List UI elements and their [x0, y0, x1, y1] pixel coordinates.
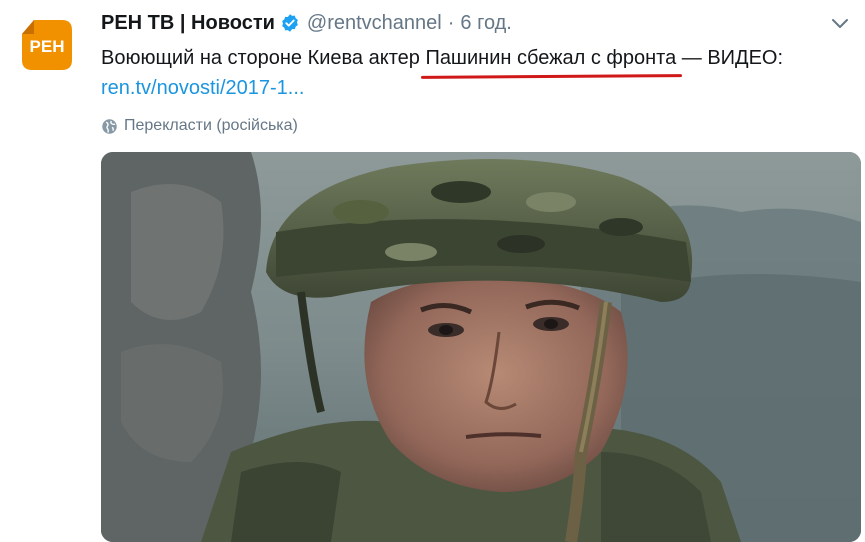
soldier-photo	[101, 152, 861, 542]
translate-label: Перекласти (російська)	[124, 117, 298, 134]
tweet-timestamp[interactable]: 6 год.	[460, 12, 511, 35]
globe-icon	[102, 118, 117, 134]
header-separator: ·	[447, 11, 455, 34]
author-handle[interactable]: @rentvchannel	[307, 12, 442, 35]
translate-button[interactable]: Перекласти (російська)	[101, 114, 298, 138]
chevron-down-icon[interactable]	[829, 12, 851, 34]
ren-tv-logo: РЕН	[14, 12, 80, 78]
tweet-text: Воюющий на стороне Киева актер Пашинин с…	[101, 43, 841, 103]
tweet-link[interactable]: ren.tv/novosti/2017-1...	[101, 77, 304, 99]
tweet-media-image[interactable]	[101, 152, 861, 542]
author-avatar[interactable]: РЕН	[11, 9, 83, 81]
tweet-header: РЕН ТВ | Новости @rentvchannel · 6 год.	[101, 10, 512, 36]
author-name[interactable]: РЕН ТВ | Новости	[101, 12, 275, 35]
tweet-text-start: Воюющий на стороне Киева актер	[101, 47, 426, 69]
tweet-text-end: — ВИДЕО:	[676, 47, 784, 69]
verified-badge-icon	[280, 13, 300, 33]
avatar-logo-text: РЕН	[30, 37, 65, 56]
tweet-text-underlined: Пашинин сбежал с фронта	[425, 43, 676, 73]
